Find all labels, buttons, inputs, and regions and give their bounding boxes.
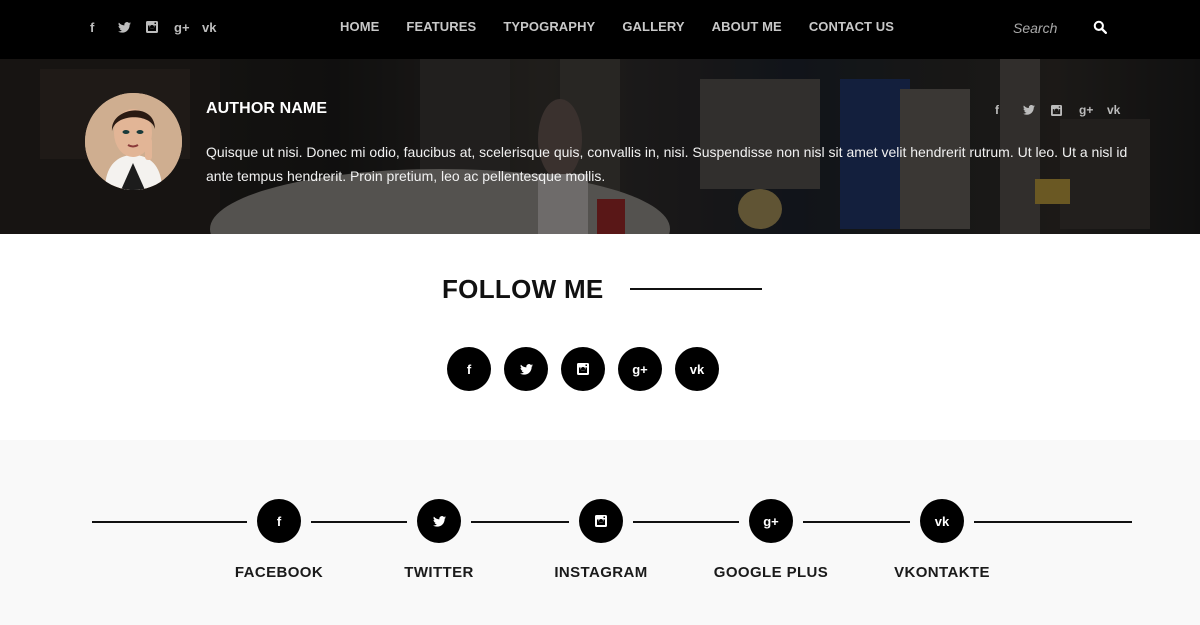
vkontakte-label[interactable]: VKONTAKTE <box>882 564 1002 581</box>
instagram-label[interactable]: INSTAGRAM <box>541 564 661 581</box>
author-hero: AUTHOR NAME Quisque ut nisi. Donec mi od… <box>0 59 1200 234</box>
follow-icons: f g+ vk <box>447 347 719 391</box>
facebook-label[interactable]: FACEBOOK <box>229 564 329 581</box>
main-menu: HOME FEATURES TYPOGRAPHY GALLERY ABOUT M… <box>340 19 921 34</box>
facebook-icon[interactable]: f <box>90 17 118 37</box>
connector-line <box>471 521 569 523</box>
author-name: AUTHOR NAME <box>206 100 328 117</box>
author-bio: Quisque ut nisi. Donec mi odio, faucibus… <box>206 144 1128 184</box>
twitter-icon[interactable] <box>1023 101 1051 119</box>
google-plus-icon[interactable]: g+ <box>618 347 662 391</box>
top-navbar: f g+ vk HOME FEATURES TYPOGRAPHY GALLERY… <box>0 0 1200 59</box>
menu-item-home[interactable]: HOME <box>340 19 379 34</box>
connector-line <box>633 521 739 523</box>
menu-item-typography[interactable]: TYPOGRAPHY <box>503 19 595 34</box>
menu-item-about-me[interactable]: ABOUT ME <box>712 19 782 34</box>
google-plus-label[interactable]: GOOGLE PLUS <box>706 564 836 581</box>
heading-divider <box>630 288 762 290</box>
facebook-icon[interactable]: f <box>447 347 491 391</box>
twitter-label[interactable]: TWITTER <box>389 564 489 581</box>
facebook-icon[interactable]: f <box>257 499 301 543</box>
instagram-icon[interactable] <box>579 499 623 543</box>
menu-item-features[interactable]: FEATURES <box>406 19 476 34</box>
menu-item-contact-us[interactable]: CONTACT US <box>809 19 894 34</box>
author-social-links: f g+ vk <box>995 101 1135 119</box>
author-avatar <box>85 93 182 190</box>
search-box <box>1013 17 1113 39</box>
search-input[interactable] <box>1013 17 1085 39</box>
vk-icon[interactable]: vk <box>202 17 230 37</box>
connector-line <box>974 521 1132 523</box>
vk-icon[interactable]: vk <box>675 347 719 391</box>
menu-item-gallery[interactable]: GALLERY <box>622 19 684 34</box>
twitter-icon[interactable] <box>417 499 461 543</box>
instagram-icon[interactable] <box>1051 101 1079 119</box>
connector-line <box>311 521 407 523</box>
google-plus-icon[interactable]: g+ <box>174 17 202 37</box>
google-plus-icon[interactable]: g+ <box>1079 101 1107 119</box>
search-icon[interactable] <box>1093 20 1109 36</box>
twitter-icon[interactable] <box>504 347 548 391</box>
vk-icon[interactable]: vk <box>1107 101 1135 119</box>
header-social-links: f g+ vk <box>90 17 230 37</box>
google-plus-icon[interactable]: g+ <box>749 499 793 543</box>
facebook-icon[interactable]: f <box>995 101 1023 119</box>
instagram-icon[interactable] <box>146 17 174 37</box>
connector-line <box>803 521 910 523</box>
instagram-icon[interactable] <box>561 347 605 391</box>
vk-icon[interactable]: vk <box>920 499 964 543</box>
twitter-icon[interactable] <box>118 17 146 37</box>
connector-line <box>92 521 247 523</box>
follow-me-heading: FOLLOW ME <box>442 274 604 304</box>
